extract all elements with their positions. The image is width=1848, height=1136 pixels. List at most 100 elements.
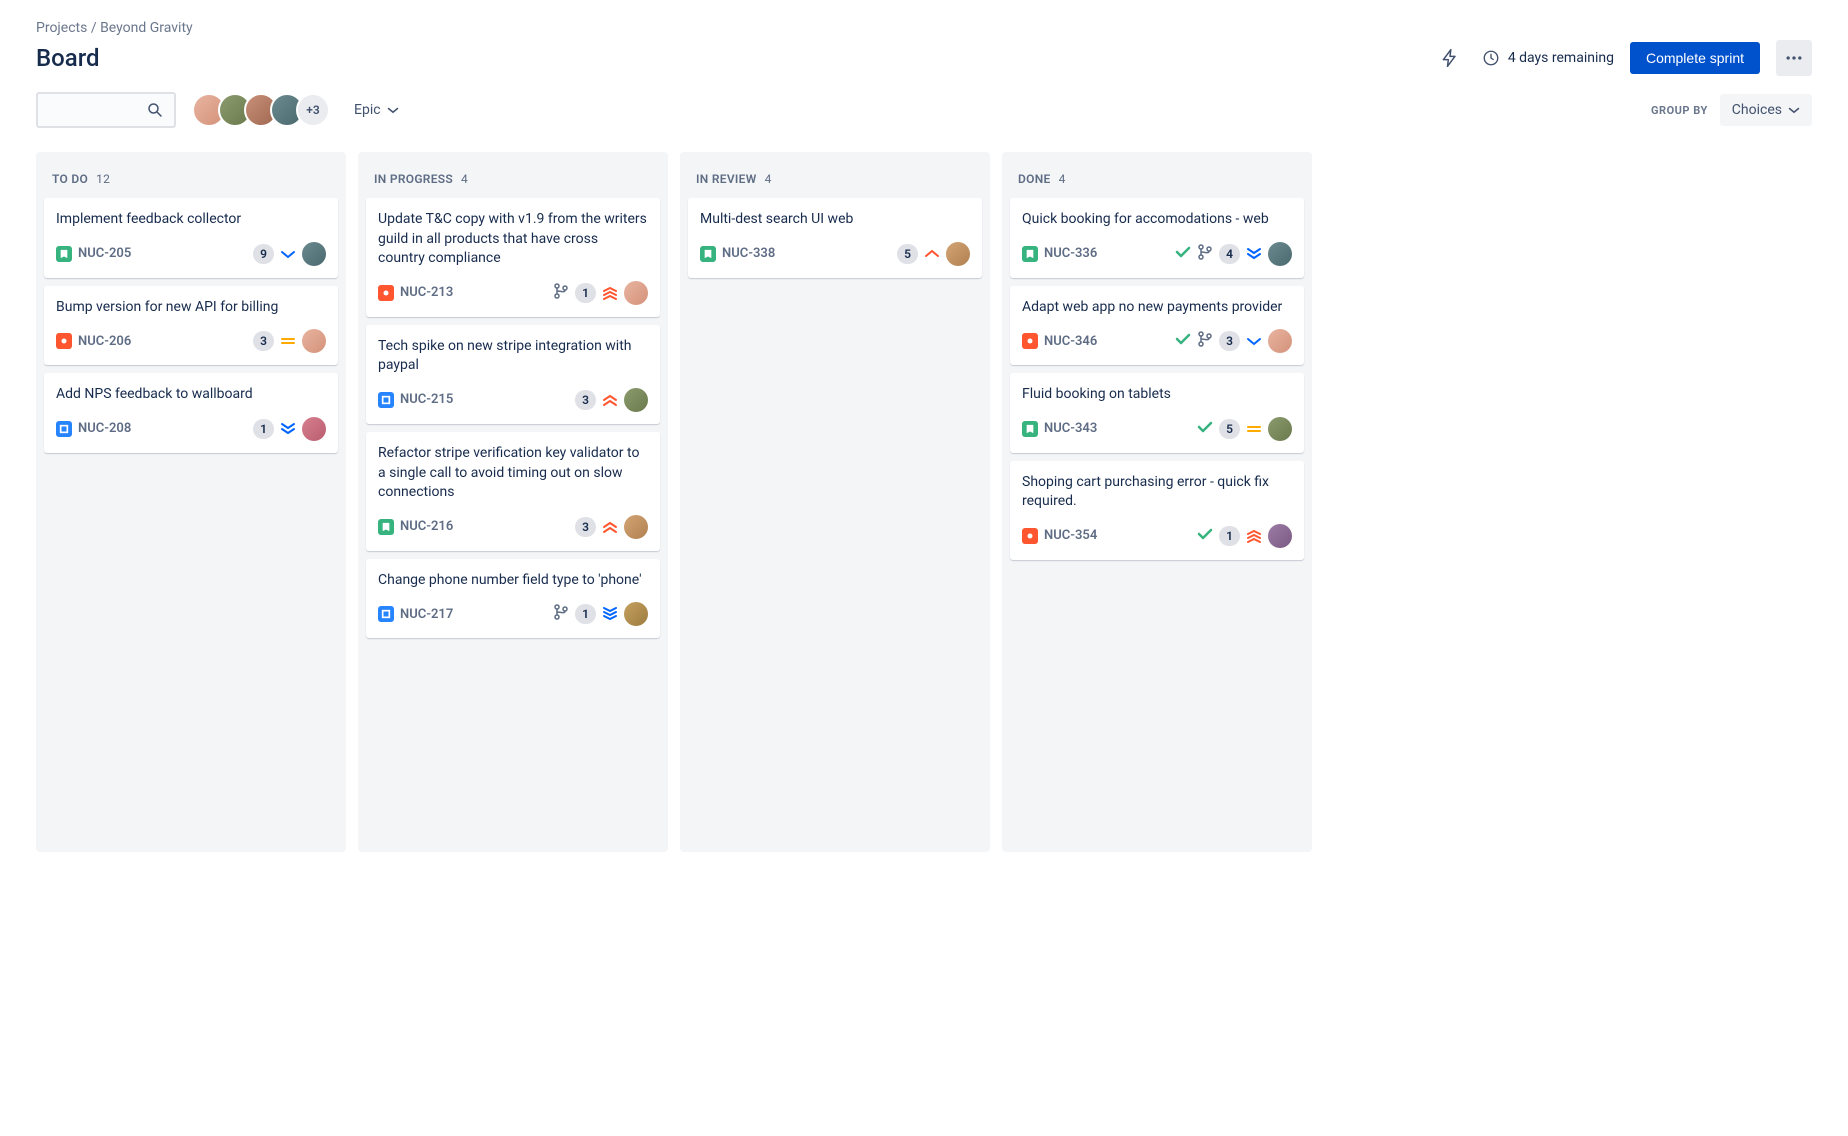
assignee-avatar[interactable] [624, 515, 648, 539]
story-points-badge: 9 [253, 244, 274, 264]
card[interactable]: Tech spike on new stripe integration wit… [366, 325, 660, 424]
story-points-badge: 5 [1219, 419, 1240, 439]
column-header: IN REVIEW 4 [688, 160, 982, 198]
story-icon [56, 246, 72, 262]
assignee-avatar[interactable] [624, 388, 648, 412]
column-header: DONE 4 [1010, 160, 1304, 198]
branch-icon [553, 604, 569, 624]
issue-key: NUC-354 [1044, 528, 1097, 543]
card[interactable]: Quick booking for accomodations - web NU… [1010, 198, 1304, 278]
page-title: Board [36, 44, 100, 72]
assignee-avatar[interactable] [302, 417, 326, 441]
bug-icon [1022, 333, 1038, 349]
breadcrumb-root[interactable]: Projects [36, 20, 87, 36]
card[interactable]: Change phone number field type to 'phone… [366, 559, 660, 639]
card[interactable]: Multi-dest search UI web NUC-338 5 [688, 198, 982, 278]
issue-key: NUC-217 [400, 607, 453, 622]
priority-lowest-icon [602, 606, 618, 622]
assignee-avatar[interactable] [1268, 329, 1292, 353]
priority-medium-icon [1246, 421, 1262, 437]
story-icon [378, 519, 394, 535]
assignee-avatar[interactable] [1268, 417, 1292, 441]
column-header: IN PROGRESS 4 [366, 160, 660, 198]
priority-highest-icon [602, 285, 618, 301]
branch-icon [553, 283, 569, 303]
issue-key: NUC-208 [78, 421, 131, 436]
assignee-avatar[interactable] [624, 281, 648, 305]
issue-key: NUC-336 [1044, 246, 1097, 261]
check-icon [1197, 526, 1213, 546]
card-title: Quick booking for accomodations - web [1022, 210, 1292, 230]
priority-high-icon [924, 246, 940, 262]
avatar-overflow[interactable]: +3 [296, 93, 330, 127]
card-title: Bump version for new API for billing [56, 298, 326, 318]
story-icon [700, 246, 716, 262]
issue-key: NUC-205 [78, 246, 131, 261]
story-points-badge: 5 [897, 244, 918, 264]
card[interactable]: Add NPS feedback to wallboard NUC-208 1 [44, 373, 338, 453]
card[interactable]: Bump version for new API for billing NUC… [44, 286, 338, 366]
group-by-select[interactable]: Choices [1720, 94, 1812, 126]
board: TO DO 12 Implement feedback collector NU… [36, 152, 1812, 852]
priority-high-icon [602, 519, 618, 535]
avatar-stack[interactable]: +3 [192, 93, 330, 127]
issue-key: NUC-346 [1044, 334, 1097, 349]
ellipsis-icon [1784, 48, 1804, 68]
column-in-review: IN REVIEW 4 Multi-dest search UI web NUC… [680, 152, 990, 852]
bug-icon [1022, 528, 1038, 544]
assignee-avatar[interactable] [946, 242, 970, 266]
card-title: Update T&C copy with v1.9 from the write… [378, 210, 648, 269]
card[interactable]: Adapt web app no new payments provider N… [1010, 286, 1304, 366]
story-points-badge: 4 [1219, 244, 1240, 264]
story-points-badge: 1 [575, 604, 596, 624]
issue-key: NUC-216 [400, 519, 453, 534]
clock-icon [1482, 49, 1500, 67]
card-title: Fluid booking on tablets [1022, 385, 1292, 405]
story-points-badge: 1 [1219, 526, 1240, 546]
automation-icon[interactable] [1434, 42, 1466, 74]
card-title: Refactor stripe verification key validat… [378, 444, 648, 503]
column-in-progress: IN PROGRESS 4 Update T&C copy with v1.9 … [358, 152, 668, 852]
card[interactable]: Refactor stripe verification key validat… [366, 432, 660, 551]
assignee-avatar[interactable] [1268, 242, 1292, 266]
card-title: Adapt web app no new payments provider [1022, 298, 1292, 318]
assignee-avatar[interactable] [302, 329, 326, 353]
branch-icon [1197, 244, 1213, 264]
priority-low-icon [280, 246, 296, 262]
breadcrumb: Projects / Beyond Gravity [36, 20, 1812, 36]
column-done: DONE 4 Quick booking for accomodations -… [1002, 152, 1312, 852]
bug-icon [378, 285, 394, 301]
check-icon [1175, 331, 1191, 351]
search-input[interactable] [36, 92, 176, 128]
breadcrumb-project[interactable]: Beyond Gravity [100, 20, 193, 36]
days-remaining: 4 days remaining [1482, 49, 1614, 67]
complete-sprint-button[interactable]: Complete sprint [1630, 42, 1760, 74]
check-icon [1175, 244, 1191, 264]
epic-filter[interactable]: Epic [346, 96, 407, 124]
more-menu-button[interactable] [1776, 40, 1812, 76]
card-title: Add NPS feedback to wallboard [56, 385, 326, 405]
assignee-avatar[interactable] [302, 242, 326, 266]
card-title: Change phone number field type to 'phone… [378, 571, 648, 591]
story-points-badge: 1 [253, 419, 274, 439]
story-points-badge: 3 [575, 517, 596, 537]
card[interactable]: Implement feedback collector NUC-205 9 [44, 198, 338, 278]
priority-highest-icon [1246, 528, 1262, 544]
column-header: TO DO 12 [44, 160, 338, 198]
column-todo: TO DO 12 Implement feedback collector NU… [36, 152, 346, 852]
task-icon [378, 392, 394, 408]
issue-key: NUC-213 [400, 285, 453, 300]
story-icon [1022, 246, 1038, 262]
card[interactable]: Shoping cart purchasing error - quick fi… [1010, 461, 1304, 560]
card[interactable]: Fluid booking on tablets NUC-343 5 [1010, 373, 1304, 453]
story-points-badge: 1 [575, 283, 596, 303]
group-by-label: GROUP BY [1651, 104, 1708, 117]
task-icon [378, 606, 394, 622]
task-icon [56, 421, 72, 437]
story-points-badge: 3 [253, 331, 274, 351]
assignee-avatar[interactable] [624, 602, 648, 626]
card[interactable]: Update T&C copy with v1.9 from the write… [366, 198, 660, 317]
assignee-avatar[interactable] [1268, 524, 1292, 548]
issue-key: NUC-343 [1044, 421, 1097, 436]
issue-key: NUC-206 [78, 334, 131, 349]
